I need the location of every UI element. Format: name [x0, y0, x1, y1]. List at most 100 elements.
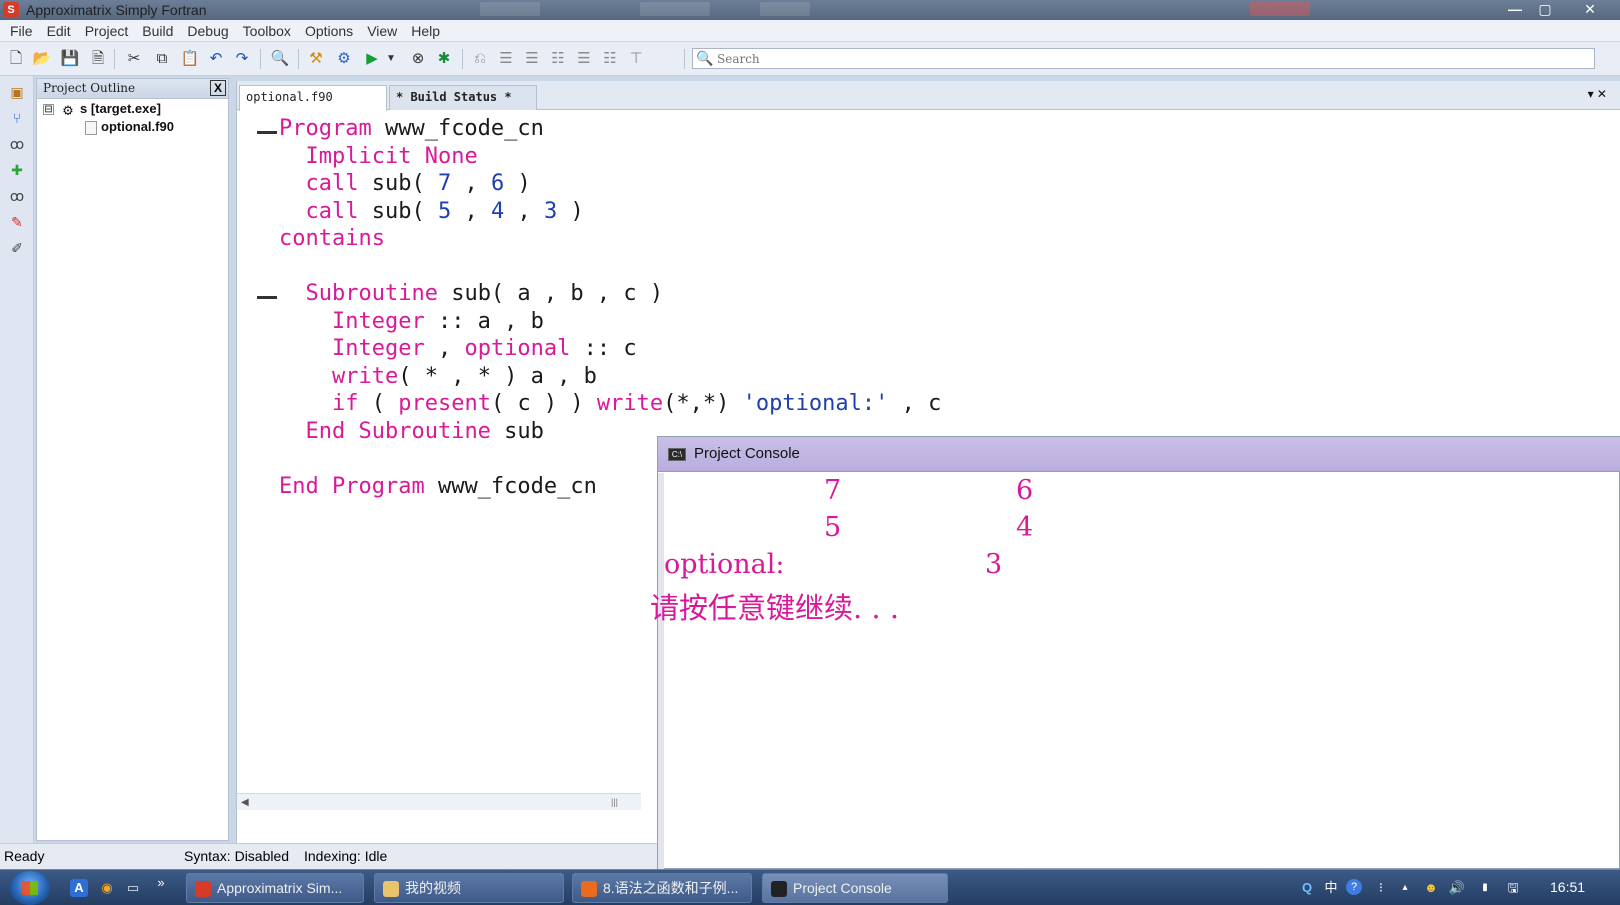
tray-ime-icon[interactable]: 中 [1322, 879, 1340, 897]
code-line[interactable]: call sub( 5 , 4 , 3 ) [279, 198, 941, 226]
network-icon[interactable]: ▮ [1476, 879, 1494, 897]
tab-controls[interactable]: ▾ ✕ [1588, 87, 1607, 101]
more-icon[interactable]: » [152, 874, 170, 892]
code-line[interactable]: Subroutine sub( a , b , c ) [279, 280, 941, 308]
target-gears-icon: ⚙ [62, 102, 74, 118]
project-icon[interactable]: ▣ [7, 82, 27, 102]
tab-optional-f90[interactable]: optional.f90 [239, 85, 387, 111]
clock[interactable]: 16:51 [1550, 879, 1585, 895]
align-left-icon[interactable]: ☰ [522, 49, 542, 69]
align-top-icon[interactable]: ☷ [600, 49, 620, 69]
code-token: ( c ) ) [490, 391, 597, 416]
code-line[interactable]: write( * , * ) a , b [279, 363, 941, 391]
console-scrollbar[interactable] [658, 473, 664, 869]
menu-debug[interactable]: Debug [180, 20, 235, 42]
menu-toolbox[interactable]: Toolbox [236, 20, 298, 42]
code-token: :: c [570, 336, 637, 361]
undo-icon[interactable]: ↶ [206, 49, 226, 69]
tray-qq-icon[interactable]: ☻ [1422, 879, 1440, 897]
build-icon[interactable]: ⚒ [306, 49, 326, 69]
taskbar-app-console[interactable]: Project Console [762, 873, 948, 903]
collapse-toggle-icon[interactable]: ⊟ [43, 104, 54, 116]
scroll-left-arrow-icon[interactable]: ◀ [241, 794, 249, 811]
tree-item-file[interactable]: optional.f90 [85, 118, 174, 136]
desktop-icon[interactable]: ▭ [124, 879, 142, 897]
cut-icon[interactable]: ✂ [124, 49, 144, 69]
console-title-bar[interactable]: C:\ Project Console [658, 437, 1620, 472]
code-line[interactable]: Program www_fcode_cn [279, 115, 941, 143]
menu-help[interactable]: Help [404, 20, 447, 42]
close-button[interactable]: ✕ [1575, 0, 1605, 19]
taskbar-app-fortran[interactable]: Approximatrix Sim... [186, 873, 364, 903]
scroll-grip-icon[interactable]: ||| [611, 794, 618, 811]
dropdown-arrow-icon[interactable]: ▼ [384, 49, 398, 69]
redo-icon[interactable]: ↷ [232, 49, 252, 69]
search-input[interactable] [717, 50, 1587, 67]
menu-edit[interactable]: Edit [40, 20, 78, 42]
new-file-icon[interactable]: 🗋 [6, 49, 26, 69]
tray-dots-icon[interactable]: ⁝ [1372, 879, 1390, 897]
abc-icon[interactable]: ꝏ [7, 186, 27, 206]
open-folder-icon[interactable]: 📂 [32, 49, 52, 69]
project-console-window[interactable]: C:\ Project Console 7 6 5 4 optional: 3 … [650, 436, 1620, 869]
menu-file[interactable]: File [0, 20, 40, 42]
tray-help-icon[interactable]: ? [1346, 879, 1362, 895]
align-bottom-icon[interactable]: ⊤ [626, 49, 646, 69]
fold-marker-subroutine[interactable] [257, 296, 277, 299]
code-line[interactable]: if ( present( c ) ) write(*,*) 'optional… [279, 390, 941, 418]
menu-options[interactable]: Options [298, 20, 360, 42]
browser-icon[interactable]: ◉ [98, 879, 116, 897]
volume-icon[interactable]: 🔊 [1448, 879, 1466, 897]
settings-gear-icon[interactable]: ⚙ [334, 49, 354, 69]
tools-icon[interactable]: ✐ [7, 238, 27, 258]
project-outline-panel: Project Outline X ⊟ ⚙ s [target.exe] optio… [36, 78, 229, 841]
modules-icon[interactable]: ✚ [7, 160, 27, 180]
horizontal-scrollbar[interactable]: ◀ ||| [237, 793, 641, 810]
find-icon[interactable]: 🔍 [270, 49, 290, 69]
code-line[interactable]: Integer , optional :: c [279, 335, 941, 363]
close-outline-button[interactable]: X [210, 80, 226, 96]
copy-icon[interactable]: ⧉ [152, 49, 172, 69]
menu-project[interactable]: Project [78, 20, 136, 42]
menu-view[interactable]: View [360, 20, 404, 42]
maximize-button[interactable]: ▢ [1530, 0, 1560, 19]
code-line[interactable]: Implicit None [279, 143, 941, 171]
start-button[interactable] [10, 871, 50, 905]
toolbar-separator [114, 49, 115, 69]
code-line[interactable]: call sub( 7 , 6 ) [279, 170, 941, 198]
code-line[interactable]: Integer :: a , b [279, 308, 941, 336]
indent-icon[interactable]: ⎌ [470, 49, 490, 69]
subs-icon[interactable]: ꝏ [7, 134, 27, 154]
align-right-icon[interactable]: ☰ [574, 49, 594, 69]
paste-icon[interactable]: 📋 [180, 49, 200, 69]
tree-item-target[interactable]: ⊟ ⚙ s [target.exe] [43, 100, 161, 118]
code-token: , c [888, 391, 942, 416]
code-line[interactable] [279, 253, 941, 281]
power-icon[interactable]: 🖫 [1504, 879, 1522, 897]
minimize-button[interactable]: — [1500, 0, 1530, 19]
tray-search-icon[interactable]: Q [1298, 879, 1316, 897]
code-keyword: Integer [331, 336, 425, 361]
outdent-icon[interactable]: ☰ [496, 49, 516, 69]
clean-icon[interactable]: ✱ [434, 49, 454, 69]
tab-build-status[interactable]: * Build Status * [389, 85, 537, 110]
fold-marker-program[interactable] [257, 131, 277, 134]
save-icon[interactable]: 💾 [60, 49, 80, 69]
close-file-icon[interactable]: 🗎 [88, 49, 108, 69]
breakpoints-icon[interactable]: ✎ [7, 212, 27, 232]
quick-launch-a-icon[interactable]: A [70, 879, 88, 897]
debug-icon[interactable]: ⊗ [408, 49, 428, 69]
taskbar-app-slides[interactable]: 8.语法之函数和子例... [572, 873, 752, 903]
code-line[interactable]: contains [279, 225, 941, 253]
menu-build[interactable]: Build [135, 20, 180, 42]
align-center-icon[interactable]: ☷ [548, 49, 568, 69]
search-box[interactable]: 🔍 [692, 48, 1595, 69]
tray-expand-icon[interactable]: ▴ [1396, 879, 1414, 897]
taskbar-app-videos[interactable]: 我的视频 [374, 873, 564, 903]
status-syntax: Syntax: Disabled [184, 848, 290, 864]
run-icon[interactable]: ▶ [362, 49, 382, 69]
title-bar: S Approximatrix Simply Fortran — ▢ ✕ [0, 0, 1620, 20]
outline-icon[interactable]: ⑂ [7, 108, 27, 128]
